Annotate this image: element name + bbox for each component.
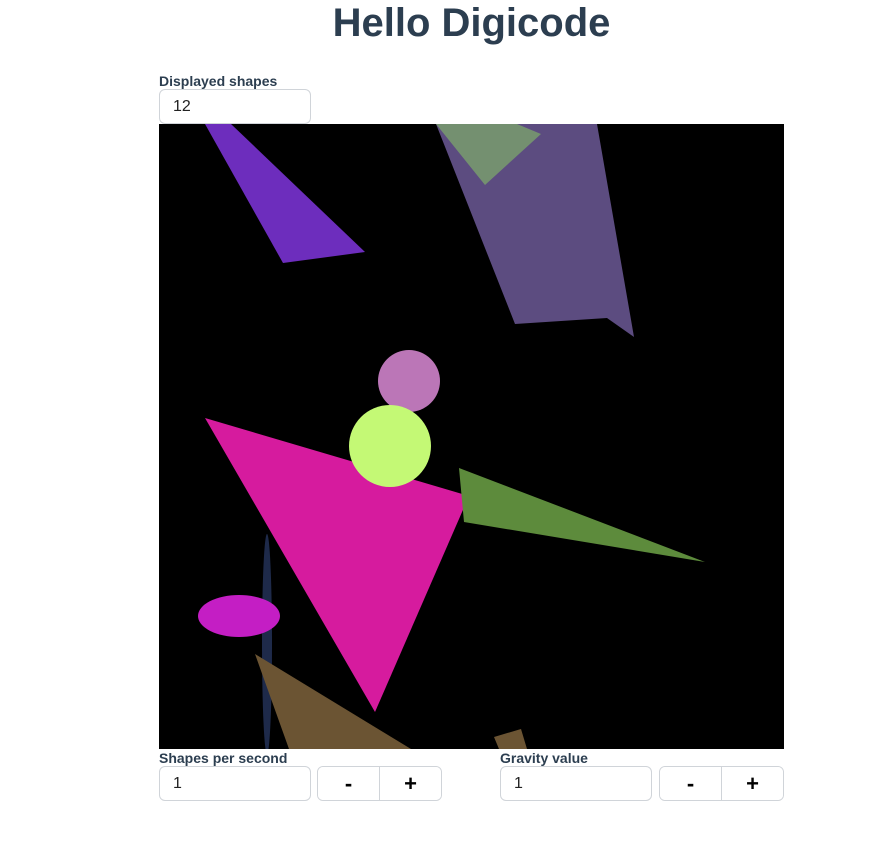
shapes-per-second-stepper: - +: [317, 766, 442, 801]
gravity-value-label: Gravity value: [500, 750, 588, 766]
page-title: Hello Digicode: [332, 1, 611, 45]
purple-triangle-shape: [205, 124, 365, 263]
violet-ellipse-shape: [198, 595, 280, 637]
displayed-shapes-label: Displayed shapes: [159, 73, 278, 89]
shapes-per-second-label: Shapes per second: [159, 750, 288, 766]
lime-circle-shape: [349, 405, 431, 487]
navy-ellipse-shape: [262, 534, 272, 749]
orchid-circle-shape: [378, 350, 440, 412]
shapes-per-second-decrement-button[interactable]: -: [318, 767, 379, 800]
magenta-triangle-shape: [205, 418, 469, 712]
shapes-per-second-field[interactable]: [159, 766, 311, 801]
gravity-decrement-button[interactable]: -: [660, 767, 721, 800]
gravity-increment-button[interactable]: +: [721, 767, 783, 800]
shapes-canvas[interactable]: [159, 124, 784, 749]
shapes-drawing: [198, 124, 705, 749]
gravity-stepper: - +: [659, 766, 784, 801]
gravity-value-field[interactable]: [500, 766, 652, 801]
brown-quad-shape: [494, 729, 527, 749]
green-triangle-shape: [459, 468, 705, 562]
displayed-shapes-field[interactable]: [159, 89, 311, 124]
shapes-per-second-increment-button[interactable]: +: [379, 767, 441, 800]
